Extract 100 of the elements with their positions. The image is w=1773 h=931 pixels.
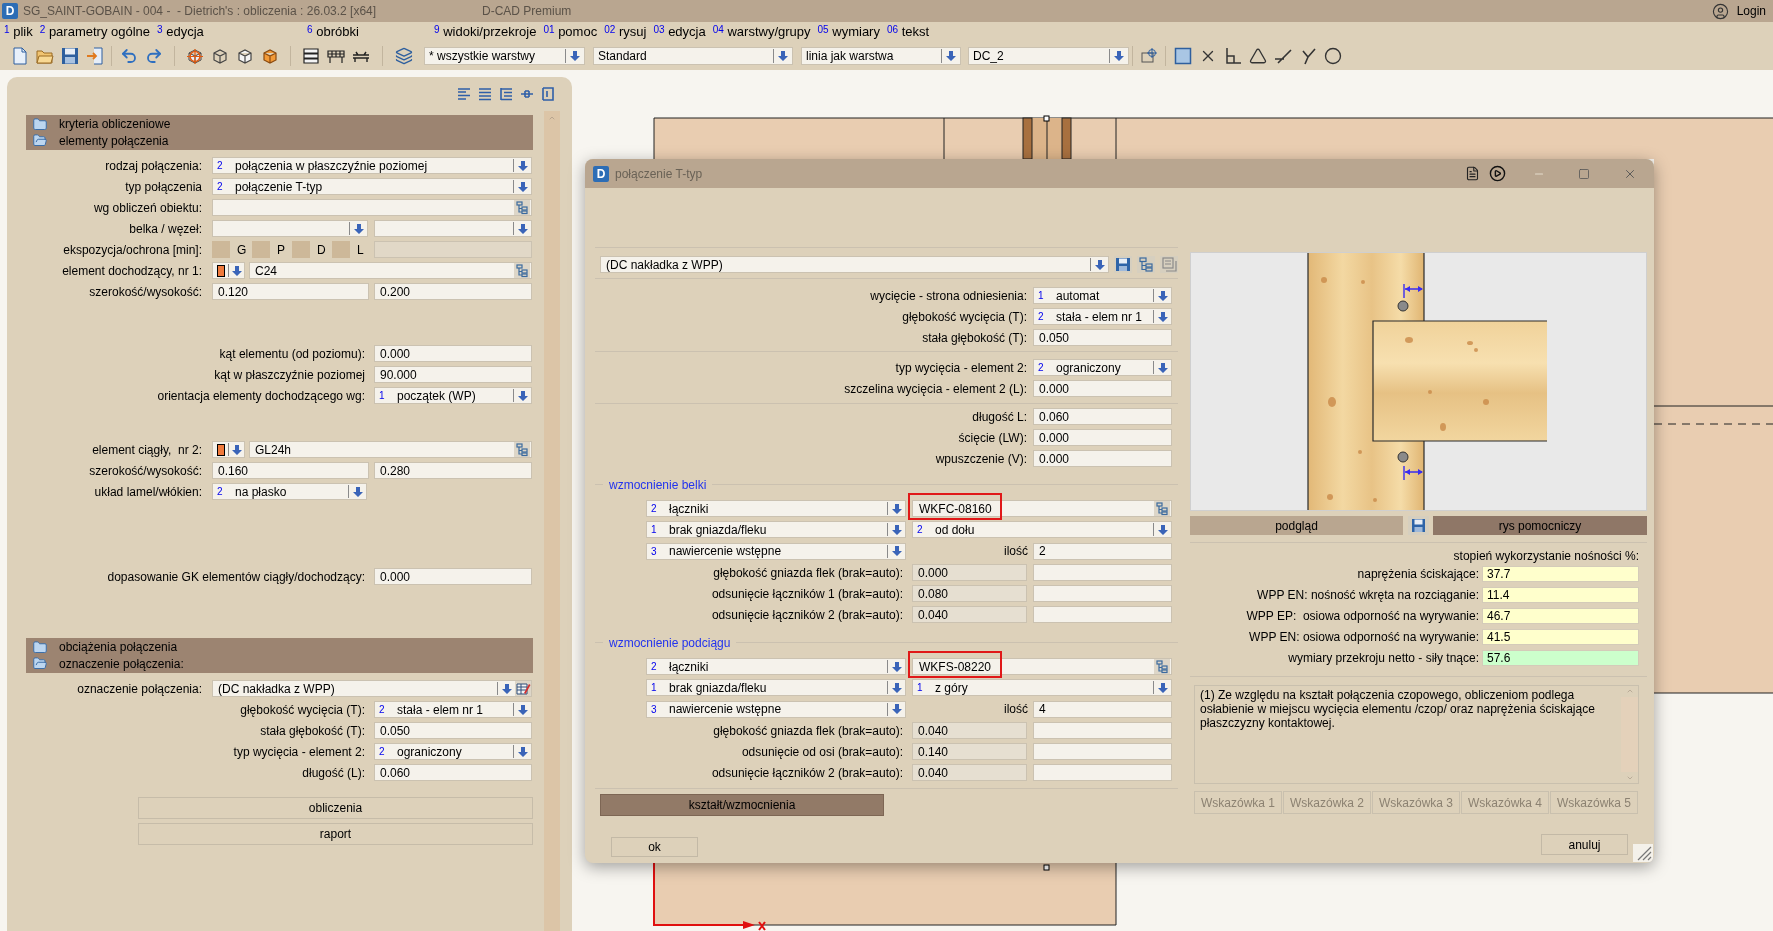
- input-field[interactable]: 0.000: [1033, 429, 1172, 446]
- menu-item[interactable]: $^{3}$ edycja: [157, 22, 204, 42]
- input-field[interactable]: GL24h: [249, 441, 532, 458]
- circle-icon[interactable]: [1323, 47, 1342, 65]
- down-arrow-icon[interactable]: [517, 390, 528, 401]
- tree-icon[interactable]: [514, 263, 530, 278]
- cube-icon[interactable]: [210, 47, 229, 65]
- input-field[interactable]: 0.050: [1033, 329, 1172, 346]
- input-field[interactable]: 0.060: [374, 764, 532, 781]
- color-dropdown[interactable]: [212, 441, 245, 458]
- dropdown[interactable]: Standard: [593, 47, 793, 65]
- cancel-button[interactable]: anuluj: [1541, 834, 1628, 855]
- down-arrow-icon[interactable]: [891, 682, 902, 693]
- down-arrow-icon[interactable]: [231, 444, 242, 455]
- input-field[interactable]: 0.000: [1033, 450, 1172, 467]
- input-field[interactable]: 0.140: [912, 743, 1027, 760]
- slash-line-icon[interactable]: [1273, 47, 1292, 65]
- tree-header-item[interactable]: obciążenia połączenia: [26, 639, 533, 656]
- scrollbar-track[interactable]: [544, 111, 560, 931]
- down-arrow-icon[interactable]: [517, 181, 528, 192]
- stacked-bars-icon[interactable]: [301, 47, 320, 65]
- connector-icon[interactable]: [520, 87, 534, 101]
- down-arrow-icon[interactable]: [891, 661, 902, 672]
- redo-icon[interactable]: [144, 47, 163, 65]
- menu-item[interactable]: $^{01}$ pomoc: [543, 22, 598, 42]
- menu-item[interactable]: $^{05}$ wymiary: [817, 22, 880, 42]
- input-field[interactable]: 4: [1033, 700, 1172, 718]
- save-icon[interactable]: [1408, 516, 1429, 535]
- input-field[interactable]: 0.000: [1033, 380, 1172, 397]
- input-field[interactable]: 0.040: [912, 722, 1027, 739]
- list-lines-icon[interactable]: [478, 87, 492, 101]
- menu-item[interactable]: $^{04}$ warstwy/grupy: [712, 22, 811, 42]
- input-field[interactable]: 0.000: [912, 564, 1027, 581]
- document-list-icon[interactable]: [1465, 165, 1480, 182]
- input-field[interactable]: 0.080: [912, 585, 1027, 602]
- down-arrow-icon[interactable]: [231, 265, 242, 276]
- dropdown[interactable]: 2 na płasko: [212, 483, 367, 500]
- action-button[interactable]: raport: [138, 823, 533, 845]
- down-arrow-icon[interactable]: [1157, 682, 1168, 693]
- input-field[interactable]: [1033, 764, 1172, 781]
- tree-header-item[interactable]: elementy połączenia: [26, 132, 533, 149]
- down-arrow-icon[interactable]: [891, 503, 902, 514]
- input-field[interactable]: 0.040: [912, 606, 1027, 623]
- dropdown[interactable]: 1 automat: [1033, 287, 1172, 304]
- dropdown[interactable]: 1 brak gniazda/fleku: [646, 521, 906, 538]
- cube-target-icon[interactable]: [185, 47, 204, 65]
- down-arrow-icon[interactable]: [1157, 290, 1168, 301]
- dropdown[interactable]: 1 początek (WP): [374, 387, 532, 404]
- cube-icon[interactable]: [235, 47, 254, 65]
- view-tab[interactable]: rys pomocniczy: [1433, 516, 1647, 535]
- folder-icon[interactable]: [32, 116, 48, 132]
- menu-item[interactable]: $^{2}$ parametry ogólne: [39, 22, 151, 42]
- save-icon[interactable]: [1114, 256, 1132, 273]
- folder-icon[interactable]: [32, 639, 48, 655]
- input-field[interactable]: C24: [249, 262, 532, 279]
- input-field[interactable]: [1033, 743, 1172, 760]
- input-field[interactable]: [1033, 722, 1172, 739]
- dropdown[interactable]: 2 od dołu: [912, 521, 1172, 538]
- dropdown[interactable]: 3 nawiercenie wstępne: [646, 542, 906, 560]
- dropdown[interactable]: (DC nakładka z WPP): [600, 256, 1109, 273]
- down-arrow-icon[interactable]: [1157, 524, 1168, 535]
- menu-item[interactable]: $^{1}$ plik: [4, 22, 33, 42]
- dropdown[interactable]: 1 brak gniazda/fleku: [646, 679, 906, 696]
- action-button[interactable]: obliczenia: [138, 797, 533, 819]
- tree-header-item[interactable]: kryteria obliczeniowe: [26, 116, 533, 133]
- dropdown[interactable]: 2 stała - elem nr 1: [374, 701, 532, 718]
- align-lines-icon[interactable]: [457, 87, 471, 101]
- triangle-icon[interactable]: [1248, 47, 1267, 65]
- panel-dock-icon[interactable]: [541, 87, 555, 101]
- tree-icon[interactable]: [514, 200, 530, 215]
- input-field[interactable]: 0.280: [374, 462, 532, 479]
- checkbox[interactable]: [292, 241, 310, 258]
- maximize-icon[interactable]: [1578, 167, 1590, 180]
- grid-table-icon[interactable]: [326, 47, 345, 65]
- down-arrow-icon[interactable]: [352, 486, 363, 497]
- dropdown[interactable]: 2 połączenie T-typ: [212, 178, 532, 195]
- crosshair-frame-icon[interactable]: [1139, 47, 1158, 65]
- folder-open-icon[interactable]: [32, 133, 48, 149]
- undo-icon[interactable]: [119, 47, 138, 65]
- layers-icon[interactable]: [394, 47, 413, 65]
- down-arrow-icon[interactable]: [1157, 362, 1168, 373]
- door-arrow-icon[interactable]: [85, 47, 104, 65]
- tree-icon[interactable]: [514, 442, 530, 457]
- menu-item[interactable]: $^{6}$ obróbki: [307, 22, 359, 42]
- rectangle-icon[interactable]: [1173, 47, 1192, 65]
- dropdown[interactable]: (DC nakładka z WPP): [212, 680, 532, 697]
- dropdown[interactable]: 2 połączenia w płaszczyźnie poziomej: [212, 157, 532, 174]
- table-edit-icon[interactable]: [515, 681, 531, 696]
- input-field[interactable]: 0.160: [212, 462, 369, 479]
- view-tab[interactable]: podgląd: [1190, 516, 1403, 535]
- dropdown[interactable]: 2 łączniki: [646, 500, 906, 517]
- save-icon[interactable]: [60, 47, 79, 65]
- down-arrow-icon[interactable]: [1157, 311, 1168, 322]
- dropdown[interactable]: 3 nawiercenie wstępne: [646, 700, 906, 718]
- input-field[interactable]: [212, 199, 532, 216]
- corner-icon[interactable]: [1223, 47, 1242, 65]
- input-field[interactable]: 0.050: [374, 722, 532, 739]
- dropdown[interactable]: DC_2: [968, 47, 1129, 65]
- input-field[interactable]: 0.000: [374, 345, 532, 362]
- down-arrow-icon[interactable]: [946, 51, 956, 61]
